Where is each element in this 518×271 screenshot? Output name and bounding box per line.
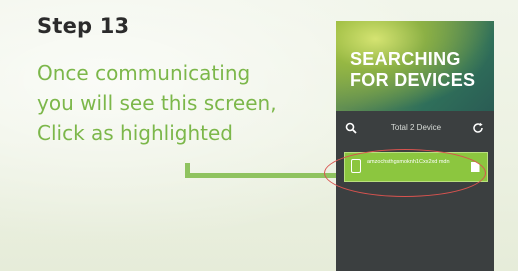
screen-title-line: SEARCHING — [350, 49, 461, 69]
pointer-line — [185, 163, 343, 178]
instruction-line: Click as highlighted — [37, 121, 233, 145]
phone-screenshot: SEARCHING FOR DEVICES Total 2 Device amz… — [336, 21, 494, 271]
device-toolbar: Total 2 Device — [336, 119, 494, 139]
highlight-ellipse — [324, 149, 486, 197]
device-count: Total 2 Device — [390, 123, 442, 132]
phone-header: SEARCHING FOR DEVICES — [336, 21, 494, 111]
screen-title-line: FOR DEVICES — [350, 70, 476, 90]
tutorial-slide: Step 13 Once communicating you will see … — [0, 0, 518, 271]
screen-title: SEARCHING FOR DEVICES — [350, 49, 490, 91]
step-instructions: Once communicating you will see this scr… — [37, 58, 337, 148]
search-icon[interactable] — [345, 122, 357, 134]
step-title: Step 13 — [37, 14, 130, 38]
instruction-line: Once communicating — [37, 61, 251, 85]
instruction-line: you will see this screen, — [37, 91, 277, 115]
refresh-icon[interactable] — [472, 122, 484, 134]
